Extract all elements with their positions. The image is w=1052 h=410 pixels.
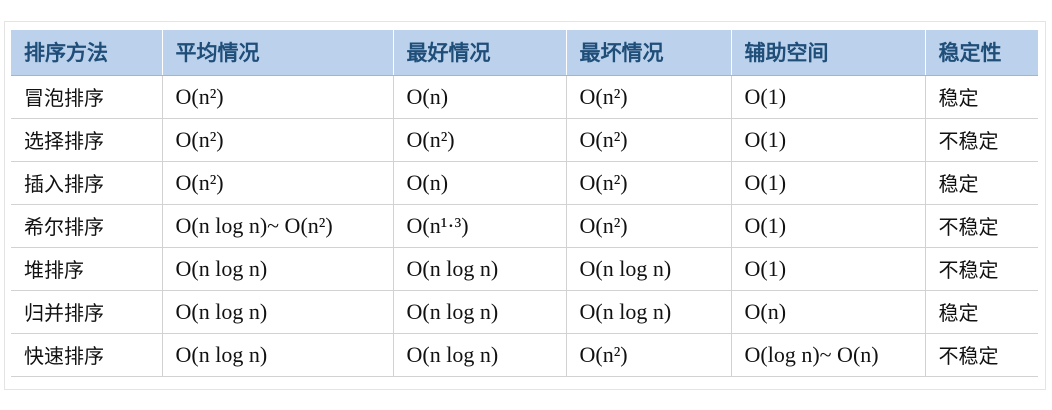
complexity-text: O(n log n) xyxy=(406,255,499,281)
complexity-text: O(n²) xyxy=(579,169,628,195)
sort-name-cell: 插入排序 xyxy=(11,161,162,205)
complexity-text: O(1) xyxy=(744,255,787,281)
auxiliary-space-cell: O(1) xyxy=(730,75,925,119)
table-row: 归并排序 O(n log n) O(n log n) O(n log n) O(… xyxy=(11,290,1038,334)
stability-cell: 稳定 xyxy=(924,75,1038,119)
worst-case-cell: O(n log n) xyxy=(565,247,731,291)
complexity-text: O(1) xyxy=(744,212,787,238)
worst-case-cell: O(n²) xyxy=(565,75,731,119)
average-case-cell: O(n²) xyxy=(161,75,393,119)
complexity-text: O(n log n)~ O(n²) xyxy=(175,212,333,238)
auxiliary-space-cell: O(1) xyxy=(730,118,925,162)
header-worst-case: 最坏情况 xyxy=(565,30,731,76)
table-row: 插入排序 O(n²) O(n) O(n²) O(1) 稳定 xyxy=(11,161,1038,205)
complexity-text: O(n²) xyxy=(175,126,224,152)
complexity-text: O(log n)~ O(n) xyxy=(744,341,879,367)
auxiliary-space-cell: O(log n)~ O(n) xyxy=(730,333,925,377)
complexity-text: O(n log n) xyxy=(175,298,268,324)
auxiliary-space-cell: O(1) xyxy=(730,161,925,205)
worst-case-cell: O(n log n) xyxy=(565,290,731,334)
complexity-text: O(n²) xyxy=(579,212,628,238)
worst-case-cell: O(n²) xyxy=(565,204,731,248)
table-row: 快速排序 O(n log n) O(n log n) O(n²) O(log n… xyxy=(11,333,1038,377)
average-case-cell: O(n²) xyxy=(161,118,393,162)
header-sort-method: 排序方法 xyxy=(11,30,162,76)
complexity-text: O(n log n) xyxy=(579,298,672,324)
average-case-cell: O(n log n) xyxy=(161,290,393,334)
complexity-text: O(1) xyxy=(744,83,787,109)
sort-name-cell: 选择排序 xyxy=(11,118,162,162)
stability-cell: 不稳定 xyxy=(924,333,1038,377)
auxiliary-space-cell: O(1) xyxy=(730,204,925,248)
table-row: 选择排序 O(n²) O(n²) O(n²) O(1) 不稳定 xyxy=(11,118,1038,162)
complexity-text: O(n²) xyxy=(175,169,224,195)
table-row: 希尔排序 O(n log n)~ O(n²) O(n¹·³) O(n²) O(1… xyxy=(11,204,1038,248)
sort-name-cell: 快速排序 xyxy=(11,333,162,377)
complexity-text: O(n¹·³) xyxy=(406,212,469,238)
complexity-text: O(n log n) xyxy=(406,298,499,324)
table-row: 冒泡排序 O(n²) O(n) O(n²) O(1) 稳定 xyxy=(11,75,1038,119)
auxiliary-space-cell: O(n) xyxy=(730,290,925,334)
complexity-text: O(n) xyxy=(744,298,787,324)
sort-name-cell: 冒泡排序 xyxy=(11,75,162,119)
complexity-text: O(n²) xyxy=(175,83,224,109)
header-average-case: 平均情况 xyxy=(161,30,393,76)
complexity-text: O(n) xyxy=(406,83,449,109)
best-case-cell: O(n log n) xyxy=(392,290,566,334)
header-row: 排序方法 平均情况 最好情况 最坏情况 辅助空间 稳定性 xyxy=(11,30,1038,76)
best-case-cell: O(n¹·³) xyxy=(392,204,566,248)
complexity-text: O(1) xyxy=(744,169,787,195)
complexity-text: O(n log n) xyxy=(175,255,268,281)
worst-case-cell: O(n²) xyxy=(565,333,731,377)
best-case-cell: O(n) xyxy=(392,161,566,205)
worst-case-cell: O(n²) xyxy=(565,118,731,162)
header-auxiliary-space: 辅助空间 xyxy=(730,30,925,76)
stability-cell: 不稳定 xyxy=(924,118,1038,162)
header-best-case: 最好情况 xyxy=(392,30,566,76)
header-stability: 稳定性 xyxy=(924,30,1038,76)
stability-cell: 稳定 xyxy=(924,290,1038,334)
sort-name-cell: 希尔排序 xyxy=(11,204,162,248)
complexity-text: O(n log n) xyxy=(579,255,672,281)
best-case-cell: O(n²) xyxy=(392,118,566,162)
auxiliary-space-cell: O(1) xyxy=(730,247,925,291)
table-row: 堆排序 O(n log n) O(n log n) O(n log n) O(1… xyxy=(11,247,1038,291)
average-case-cell: O(n log n)~ O(n²) xyxy=(161,204,393,248)
sorting-complexity-table: 排序方法 平均情况 最好情况 最坏情况 辅助空间 稳定性 冒泡排序 O(n²) … xyxy=(11,30,1038,377)
complexity-text: O(n²) xyxy=(579,341,628,367)
best-case-cell: O(n log n) xyxy=(392,247,566,291)
best-case-cell: O(n) xyxy=(392,75,566,119)
complexity-text: O(n log n) xyxy=(175,341,268,367)
complexity-text: O(n²) xyxy=(579,83,628,109)
average-case-cell: O(n²) xyxy=(161,161,393,205)
complexity-text: O(n²) xyxy=(406,126,455,152)
complexity-text: O(n log n) xyxy=(406,341,499,367)
worst-case-cell: O(n²) xyxy=(565,161,731,205)
sort-name-cell: 归并排序 xyxy=(11,290,162,334)
best-case-cell: O(n log n) xyxy=(392,333,566,377)
complexity-text: O(n²) xyxy=(579,126,628,152)
average-case-cell: O(n log n) xyxy=(161,247,393,291)
complexity-text: O(1) xyxy=(744,126,787,152)
stability-cell: 稳定 xyxy=(924,161,1038,205)
stability-cell: 不稳定 xyxy=(924,204,1038,248)
complexity-text: O(n) xyxy=(406,169,449,195)
sort-name-cell: 堆排序 xyxy=(11,247,162,291)
average-case-cell: O(n log n) xyxy=(161,333,393,377)
stability-cell: 不稳定 xyxy=(924,247,1038,291)
